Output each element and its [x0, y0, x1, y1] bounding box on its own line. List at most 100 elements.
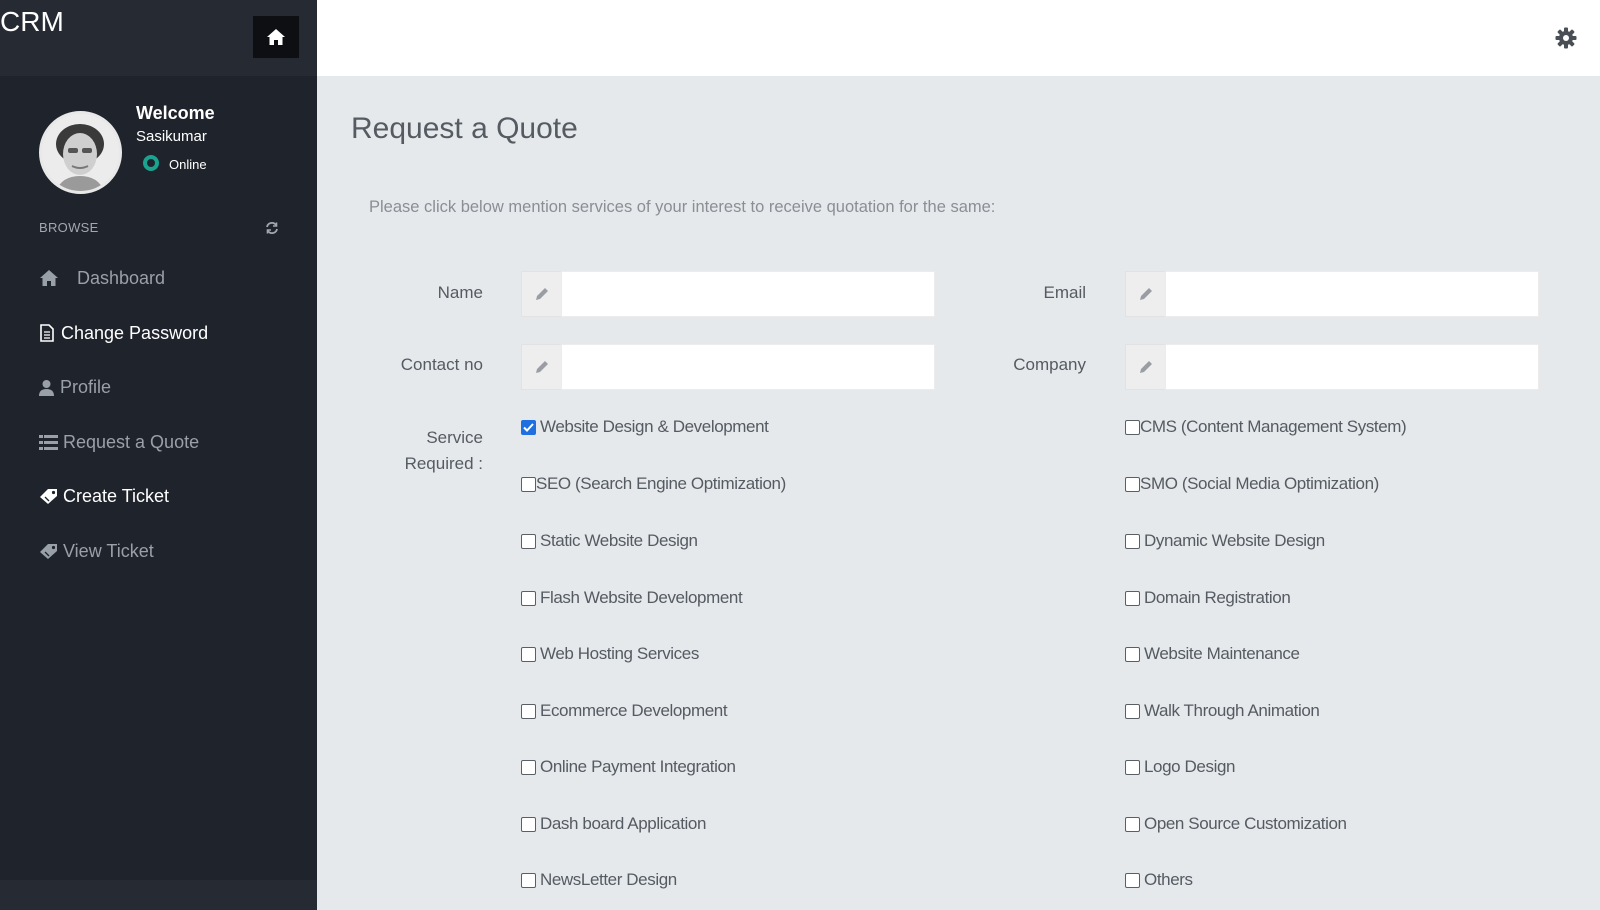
checkbox-label: Website Maintenance: [1144, 644, 1300, 663]
service-checkbox-walkthrough-animation[interactable]: Walk Through Animation: [1125, 701, 1320, 721]
checkbox-label: Website Design & Development: [540, 417, 769, 436]
checkbox-label: NewsLetter Design: [540, 870, 677, 889]
checkbox-label: Open Source Customization: [1144, 814, 1347, 833]
checkbox[interactable]: [521, 703, 536, 719]
checkbox[interactable]: [521, 533, 536, 549]
sidebar-item-create-ticket[interactable]: Create Ticket: [39, 481, 169, 511]
checkbox[interactable]: [521, 816, 536, 832]
checkbox[interactable]: [1125, 533, 1140, 549]
gear-icon[interactable]: [1554, 26, 1578, 50]
home-icon: [39, 268, 75, 288]
pencil-icon: [521, 344, 561, 390]
service-checkbox-logo-design[interactable]: Logo Design: [1125, 757, 1235, 777]
checkbox-checked[interactable]: [521, 419, 536, 435]
service-checkbox-static-website[interactable]: Static Website Design: [521, 531, 698, 551]
service-checkbox-cms[interactable]: CMS (Content Management System): [1125, 417, 1407, 437]
service-required-label: Service Required :: [313, 425, 483, 477]
checkbox[interactable]: [521, 872, 536, 888]
browse-section-label: BROWSE: [39, 220, 99, 235]
avatar-image: [42, 114, 119, 191]
page-title: Request a Quote: [351, 112, 578, 145]
brand-logo[interactable]: CRM: [0, 6, 64, 38]
service-label-line2: Required :: [404, 454, 483, 473]
checkbox-label: Web Hosting Services: [540, 644, 699, 663]
checkbox-label: Walk Through Animation: [1144, 701, 1320, 720]
company-label: Company: [1013, 355, 1086, 374]
online-status-icon: [143, 155, 159, 171]
service-checkbox-dashboard-app[interactable]: Dash board Application: [521, 814, 706, 834]
service-checkbox-seo[interactable]: SEO (Search Engine Optimization): [521, 474, 786, 494]
sidebar-item-label: Change Password: [61, 322, 209, 343]
checkbox-label: Online Payment Integration: [540, 757, 736, 776]
checkbox-label: SMO (Social Media Optimization): [1140, 474, 1379, 493]
service-checkbox-dynamic-website[interactable]: Dynamic Website Design: [1125, 531, 1325, 551]
pencil-icon: [1125, 271, 1165, 317]
service-label-line1: Service: [426, 428, 483, 447]
sidebar-footer: [0, 880, 317, 910]
company-field[interactable]: [1165, 344, 1539, 390]
checkbox[interactable]: [1125, 872, 1140, 888]
service-checkbox-others[interactable]: Others: [1125, 870, 1193, 890]
sidebar-item-request-quote[interactable]: Request a Quote: [39, 427, 199, 457]
company-input-group: [1125, 344, 1539, 390]
sidebar-item-change-password[interactable]: Change Password: [39, 318, 208, 348]
service-checkbox-online-payment[interactable]: Online Payment Integration: [521, 757, 736, 777]
sidebar-item-profile[interactable]: Profile: [39, 372, 111, 402]
sidebar-header: CRM: [0, 0, 317, 76]
checkbox[interactable]: [1125, 816, 1140, 832]
pencil-icon: [1125, 344, 1165, 390]
checkbox-label: Dash board Application: [540, 814, 707, 833]
sidebar-item-dashboard[interactable]: Dashboard: [39, 263, 165, 293]
page-subtitle: Please click below mention services of y…: [369, 198, 996, 216]
service-checkbox-website-maintenance[interactable]: Website Maintenance: [1125, 644, 1300, 664]
checkbox-label: Others: [1144, 870, 1193, 889]
name-label: Name: [437, 283, 483, 302]
pencil-icon: [521, 271, 561, 317]
home-icon: [267, 29, 285, 45]
home-button[interactable]: [253, 16, 299, 58]
service-checkbox-ecommerce[interactable]: Ecommerce Development: [521, 701, 728, 721]
username: Sasikumar: [136, 128, 207, 145]
ticket-icon: [39, 541, 61, 561]
welcome-text: Welcome: [136, 103, 215, 123]
checkbox[interactable]: [521, 759, 536, 775]
checkbox[interactable]: [521, 476, 536, 492]
list-icon: [39, 432, 61, 452]
checkbox-label: Domain Registration: [1144, 588, 1291, 607]
checkbox-label: Ecommerce Development: [540, 701, 728, 720]
email-field[interactable]: [1165, 271, 1539, 317]
checkbox-label: Static Website Design: [540, 531, 698, 550]
checkbox[interactable]: [521, 646, 536, 662]
checkbox[interactable]: [1125, 646, 1140, 662]
checkbox[interactable]: [1125, 590, 1140, 606]
sidebar: CRM Welcome Sasikumar Online BROWSE Dash…: [0, 0, 317, 910]
online-status: Online: [169, 157, 207, 172]
service-checkbox-domain-registration[interactable]: Domain Registration: [1125, 588, 1291, 608]
checkbox[interactable]: [521, 590, 536, 606]
sidebar-item-label: Dashboard: [77, 267, 166, 288]
service-checkbox-web-hosting[interactable]: Web Hosting Services: [521, 644, 699, 664]
checkbox[interactable]: [1125, 419, 1140, 435]
sidebar-item-view-ticket[interactable]: View Ticket: [39, 536, 154, 566]
refresh-icon[interactable]: [265, 221, 279, 235]
checkbox-label: Dynamic Website Design: [1144, 531, 1325, 550]
checkbox[interactable]: [1125, 476, 1140, 492]
top-header: [317, 0, 1600, 76]
sidebar-item-label: Create Ticket: [63, 485, 170, 506]
service-checkbox-website-design[interactable]: Website Design & Development: [521, 417, 769, 437]
checkbox[interactable]: [1125, 703, 1140, 719]
service-checkbox-flash-website[interactable]: Flash Website Development: [521, 588, 743, 608]
service-checkbox-open-source[interactable]: Open Source Customization: [1125, 814, 1347, 834]
checkbox-label: Flash Website Development: [540, 588, 743, 607]
name-field[interactable]: [561, 271, 935, 317]
contact-label: Contact no: [400, 355, 483, 374]
sidebar-item-label: View Ticket: [63, 540, 154, 561]
service-checkbox-newsletter[interactable]: NewsLetter Design: [521, 870, 677, 890]
checkbox[interactable]: [1125, 759, 1140, 775]
checkbox-label: SEO (Search Engine Optimization): [536, 474, 786, 493]
avatar[interactable]: [39, 111, 122, 194]
service-checkbox-smo[interactable]: SMO (Social Media Optimization): [1125, 474, 1379, 494]
contact-field[interactable]: [561, 344, 935, 390]
checkbox-label: Logo Design: [1144, 757, 1236, 776]
user-icon: [39, 377, 58, 397]
